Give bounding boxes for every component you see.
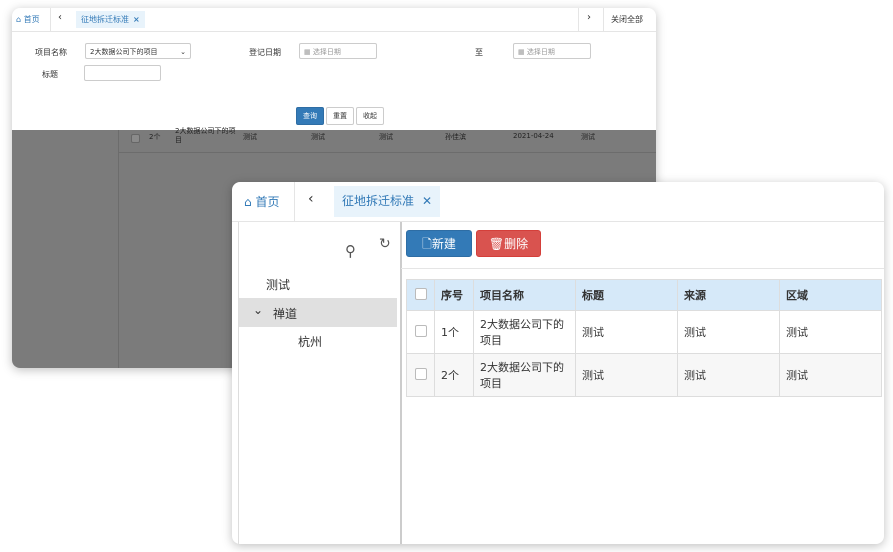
row-select-cell [406,353,435,397]
bg-cell: 2大数据公司下的项目 [175,127,236,144]
search-form: 项目名称 2大数据公司下的项目 ⌄ 登记日期 ▦ 选择日期 至 ▦ 选择日期 标题… [12,32,656,130]
cell-project: 2大数据公司下的项目 [473,310,576,354]
reg-date-label: 登记日期 [249,48,281,57]
row-checkbox[interactable] [415,367,427,380]
end-date-input[interactable]: ▦ 选择日期 [513,43,591,59]
tree-item-hangzhou[interactable]: 杭州 [298,333,322,350]
cell-seq: 2个 [434,353,474,397]
tree-item-chandao[interactable]: ⌄ 禅道 [239,298,397,327]
cell-seq: 1个 [434,310,474,354]
title-label: 标题 [42,70,58,79]
cell-source: 测试 [677,353,780,397]
tab-bar: ⌂ 首页 ‹ 征地拆迁标准 ✕ [232,182,884,222]
project-select[interactable]: 2大数据公司下的项目 ⌄ [85,43,191,59]
bg-cell: 测试 [581,133,595,141]
cell-source: 测试 [677,310,780,354]
trash-icon: 🗑 [488,237,505,251]
bg-cell: 测试 [379,133,393,141]
tree-item-label: 禅道 [273,307,298,321]
start-date-input[interactable]: ▦ 选择日期 [299,43,377,59]
home-icon: ⌂ [16,15,22,24]
tab-active[interactable]: 征地拆迁标准 ✕ [334,186,441,217]
divider [401,268,884,269]
tab-home[interactable]: ⌂ 首页 [244,193,279,210]
header-title[interactable]: 标题 [575,279,678,311]
checkbox [131,134,140,156]
header-region[interactable]: 区域 [779,279,882,311]
chevron-left-icon[interactable]: ‹ [308,191,314,207]
project-label: 项目名称 [35,48,67,57]
file-icon: 🗋 [422,237,432,251]
reset-button[interactable]: 重置 [326,107,354,125]
search-icon[interactable]: ⚲ [345,242,356,260]
tab-bar: ⌂ 首页 ‹ 征地拆迁标准 × › 关闭全部 [12,8,656,32]
new-button[interactable]: 🗋新建 [406,230,472,257]
select-all-checkbox[interactable] [415,287,427,300]
calendar-icon: ▦ [304,48,311,56]
chevron-right-icon[interactable]: › [587,12,591,23]
main-panel: 🗋新建 🗑删除 序号 项目名称 标题 来源 区域 1个 2大数据公司下的项目 测… [401,222,884,544]
close-icon[interactable]: ✕ [422,194,432,208]
calendar-icon: ▦ [518,48,525,56]
bg-cell: 2021-04-24 [513,132,554,140]
divider [50,8,51,31]
cell-title: 测试 [575,310,678,354]
cell-region: 测试 [779,310,882,354]
bg-cell: 2个 [149,133,161,141]
table-row[interactable]: 1个 2大数据公司下的项目 测试 测试 测试 [406,310,882,354]
bg-cell: 孙佳滨 [445,133,466,141]
chevron-left-icon[interactable]: ‹ [58,12,62,23]
tab-home[interactable]: ⌂ 首页 [16,14,40,25]
cell-project: 2大数据公司下的项目 [473,353,576,397]
bg-cell: 测试 [311,133,325,141]
header-seq[interactable]: 序号 [434,279,474,311]
table-header: 序号 项目名称 标题 来源 区域 [406,279,882,311]
select-all-cell [406,279,435,311]
cell-title: 测试 [575,353,678,397]
bg-cell: 测试 [243,133,257,141]
title-input[interactable] [84,65,161,81]
delete-button[interactable]: 🗑删除 [476,230,541,257]
row-checkbox[interactable] [415,324,427,337]
header-project[interactable]: 项目名称 [473,279,576,311]
divider [294,182,295,221]
row-select-cell [406,310,435,354]
cell-region: 测试 [779,353,882,397]
to-label: 至 [475,48,483,57]
divider [603,8,604,31]
collapse-button[interactable]: 收起 [356,107,384,125]
close-icon[interactable]: × [133,15,140,24]
divider [578,8,579,31]
refresh-icon[interactable]: ↻ [379,236,391,252]
table-row[interactable]: 2个 2大数据公司下的项目 测试 测试 测试 [406,353,882,397]
chevron-down-icon: ⌄ [180,48,186,56]
query-button[interactable]: 查询 [296,107,324,125]
data-table: 序号 项目名称 标题 来源 区域 1个 2大数据公司下的项目 测试 测试 测试 … [406,279,882,397]
chevron-down-icon[interactable]: ⌄ [253,303,263,317]
header-source[interactable]: 来源 [677,279,780,311]
home-icon: ⌂ [244,195,252,209]
tree-panel: ⚲ ↻ 测试 ⌄ 禅道 杭州 [238,222,402,544]
tree-item-test[interactable]: 测试 [266,276,290,293]
close-all-button[interactable]: 关闭全部 [611,14,643,25]
tab-active[interactable]: 征地拆迁标准 × [76,11,145,28]
foreground-window: ⌂ 首页 ‹ 征地拆迁标准 ✕ ⚲ ↻ 测试 ⌄ 禅道 杭州 🗋新建 🗑删除 序号… [232,182,884,544]
